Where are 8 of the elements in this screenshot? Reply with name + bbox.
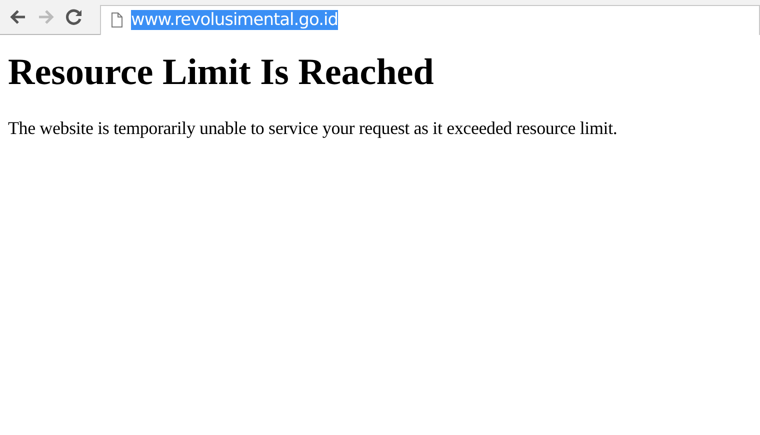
url-text: www.revolusimental.go.id xyxy=(131,10,338,30)
page-heading: Resource Limit Is Reached xyxy=(8,53,435,94)
right-arrow-icon xyxy=(37,9,55,25)
left-arrow-icon xyxy=(9,9,27,25)
error-message: The website is temporarily unable to service your request as it exceeded resource limit. xyxy=(8,118,618,139)
page-icon xyxy=(111,12,123,28)
reload-icon xyxy=(65,8,83,26)
address-bar[interactable]: www.revolusimental.go.id xyxy=(100,4,760,34)
